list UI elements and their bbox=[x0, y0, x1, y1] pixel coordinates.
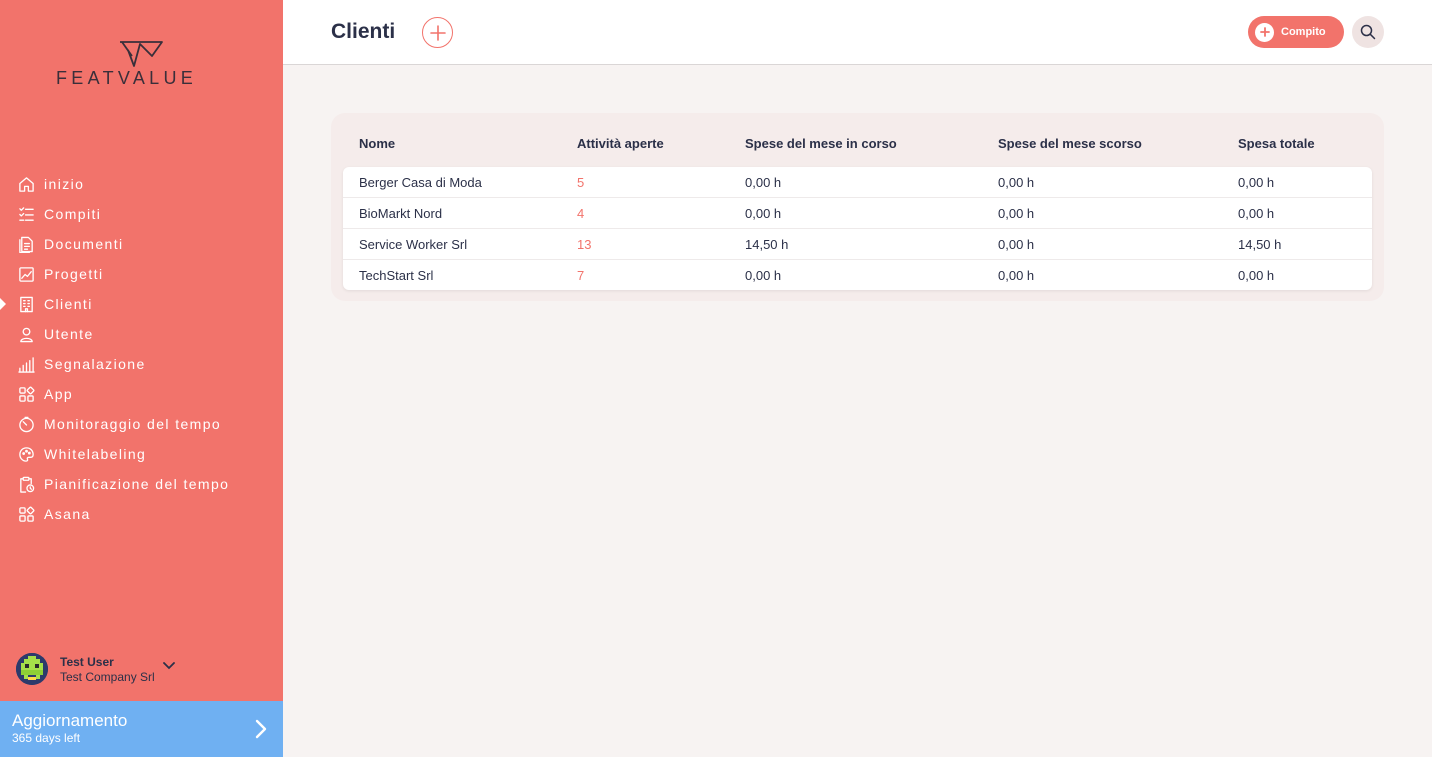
top-header: Clienti Compito bbox=[283, 0, 1432, 65]
sidebar-item-label: Documenti bbox=[44, 236, 124, 252]
chart-icon bbox=[17, 265, 35, 283]
sidebar-item-clienti[interactable]: Clienti bbox=[0, 289, 283, 319]
user-name: Test User bbox=[60, 654, 114, 669]
page-title: Clienti bbox=[331, 20, 396, 43]
open-tasks-count[interactable]: 4 bbox=[577, 206, 584, 221]
user-icon bbox=[17, 325, 35, 343]
logo-text: FEATVALUE bbox=[56, 68, 198, 88]
total-spend: 0,00 h bbox=[1238, 175, 1275, 190]
table-row[interactable]: Berger Casa di Moda 5 0,00 h 0,00 h 0,00… bbox=[343, 167, 1372, 198]
user-menu[interactable]: Test User Test Company Srl bbox=[16, 651, 266, 687]
column-header-spesa-totale[interactable]: Spesa totale bbox=[1238, 136, 1315, 151]
last-month-spend: 0,00 h bbox=[998, 175, 1035, 190]
sidebar-item-label: Pianificazione del tempo bbox=[44, 476, 230, 492]
clipboard-clock-icon bbox=[17, 475, 35, 493]
sidebar-item-label: Segnalazione bbox=[44, 356, 146, 372]
sidebar-item-app[interactable]: App bbox=[0, 379, 283, 409]
table-row[interactable]: BioMarkt Nord 4 0,00 h 0,00 h 0,00 h bbox=[343, 198, 1372, 229]
sidebar: FEATVALUE inizio Compiti Documenti Proge… bbox=[0, 0, 283, 757]
current-month-spend: 0,00 h bbox=[745, 268, 782, 283]
open-tasks-count[interactable]: 13 bbox=[577, 237, 591, 252]
sidebar-item-label: Monitoraggio del tempo bbox=[44, 416, 222, 432]
last-month-spend: 0,00 h bbox=[998, 206, 1035, 221]
sidebar-item-progetti[interactable]: Progetti bbox=[0, 259, 283, 289]
sidebar-item-monitoraggio[interactable]: Monitoraggio del tempo bbox=[0, 409, 283, 439]
upgrade-banner[interactable]: Aggiornamento 365 days left bbox=[0, 701, 283, 757]
sidebar-item-label: Progetti bbox=[44, 266, 104, 282]
add-client-button[interactable] bbox=[422, 17, 453, 48]
sidebar-item-whitelabeling[interactable]: Whitelabeling bbox=[0, 439, 283, 469]
total-spend: 0,00 h bbox=[1238, 206, 1275, 221]
column-header-attivita[interactable]: Attività aperte bbox=[577, 136, 664, 151]
sidebar-item-utente[interactable]: Utente bbox=[0, 319, 283, 349]
client-name[interactable]: BioMarkt Nord bbox=[359, 206, 442, 221]
open-tasks-count[interactable]: 5 bbox=[577, 175, 584, 190]
total-spend: 14,50 h bbox=[1238, 237, 1282, 252]
client-name[interactable]: Berger Casa di Moda bbox=[359, 175, 482, 190]
sidebar-item-documenti[interactable]: Documenti bbox=[0, 229, 283, 259]
sidebar-item-segnalazione[interactable]: Segnalazione bbox=[0, 349, 283, 379]
current-month-spend: 0,00 h bbox=[745, 206, 782, 221]
sidebar-item-label: App bbox=[44, 386, 74, 402]
client-name[interactable]: TechStart Srl bbox=[359, 268, 433, 283]
sidebar-nav: inizio Compiti Documenti Progetti Client… bbox=[0, 169, 283, 529]
palette-icon bbox=[17, 445, 35, 463]
apps-icon bbox=[17, 505, 35, 523]
timer-icon bbox=[17, 415, 35, 433]
current-month-spend: 0,00 h bbox=[745, 175, 782, 190]
sidebar-item-label: Compiti bbox=[44, 206, 102, 222]
pixel-avatar-icon bbox=[16, 653, 48, 685]
featvalue-logo[interactable]: FEATVALUE bbox=[56, 40, 228, 90]
table-row[interactable]: TechStart Srl 7 0,00 h 0,00 h 0,00 h bbox=[343, 260, 1372, 291]
sidebar-item-label: inizio bbox=[44, 176, 85, 192]
column-header-spese-mese-scorso[interactable]: Spese del mese scorso bbox=[998, 136, 1142, 151]
logo-mark-icon bbox=[120, 41, 163, 67]
current-month-spend: 14,50 h bbox=[745, 237, 789, 252]
plus-icon bbox=[1255, 22, 1274, 42]
search-icon bbox=[1360, 24, 1376, 40]
sidebar-item-asana[interactable]: Asana bbox=[0, 499, 283, 529]
add-task-button[interactable]: Compito bbox=[1248, 16, 1344, 48]
search-button[interactable] bbox=[1352, 16, 1384, 48]
upgrade-days-left: 365 days left bbox=[12, 731, 81, 745]
table-header: Nome Attività aperte Spese del mese in c… bbox=[331, 113, 1384, 167]
sidebar-item-label: Asana bbox=[44, 506, 91, 522]
sidebar-item-label: Clienti bbox=[44, 296, 93, 312]
client-name[interactable]: Service Worker Srl bbox=[359, 237, 467, 252]
add-task-label: Compito bbox=[1281, 26, 1326, 38]
table-row[interactable]: Service Worker Srl 13 14,50 h 0,00 h 14,… bbox=[343, 229, 1372, 260]
home-icon bbox=[17, 175, 35, 193]
user-company: Test Company Srl bbox=[60, 669, 155, 684]
document-icon bbox=[17, 235, 35, 253]
sidebar-item-compiti[interactable]: Compiti bbox=[0, 199, 283, 229]
column-header-spese-mese-corso[interactable]: Spese del mese in corso bbox=[745, 136, 897, 151]
report-icon bbox=[17, 355, 35, 373]
clients-table: Nome Attività aperte Spese del mese in c… bbox=[331, 113, 1384, 301]
table-body: Berger Casa di Moda 5 0,00 h 0,00 h 0,00… bbox=[343, 167, 1372, 290]
sidebar-item-pianificazione[interactable]: Pianificazione del tempo bbox=[0, 469, 283, 499]
column-header-nome[interactable]: Nome bbox=[359, 136, 395, 151]
checklist-icon bbox=[17, 205, 35, 223]
chevron-down-icon[interactable] bbox=[162, 657, 175, 675]
upgrade-title: Aggiornamento bbox=[12, 711, 128, 730]
chevron-right-icon bbox=[255, 719, 267, 744]
sidebar-item-label: Utente bbox=[44, 326, 94, 342]
last-month-spend: 0,00 h bbox=[998, 237, 1035, 252]
last-month-spend: 0,00 h bbox=[998, 268, 1035, 283]
plus-icon bbox=[429, 24, 446, 41]
total-spend: 0,00 h bbox=[1238, 268, 1275, 283]
sidebar-item-label: Whitelabeling bbox=[44, 446, 147, 462]
building-icon bbox=[17, 295, 35, 313]
open-tasks-count[interactable]: 7 bbox=[577, 268, 584, 283]
avatar bbox=[16, 653, 48, 685]
apps-icon bbox=[17, 385, 35, 403]
sidebar-item-inizio[interactable]: inizio bbox=[0, 169, 283, 199]
